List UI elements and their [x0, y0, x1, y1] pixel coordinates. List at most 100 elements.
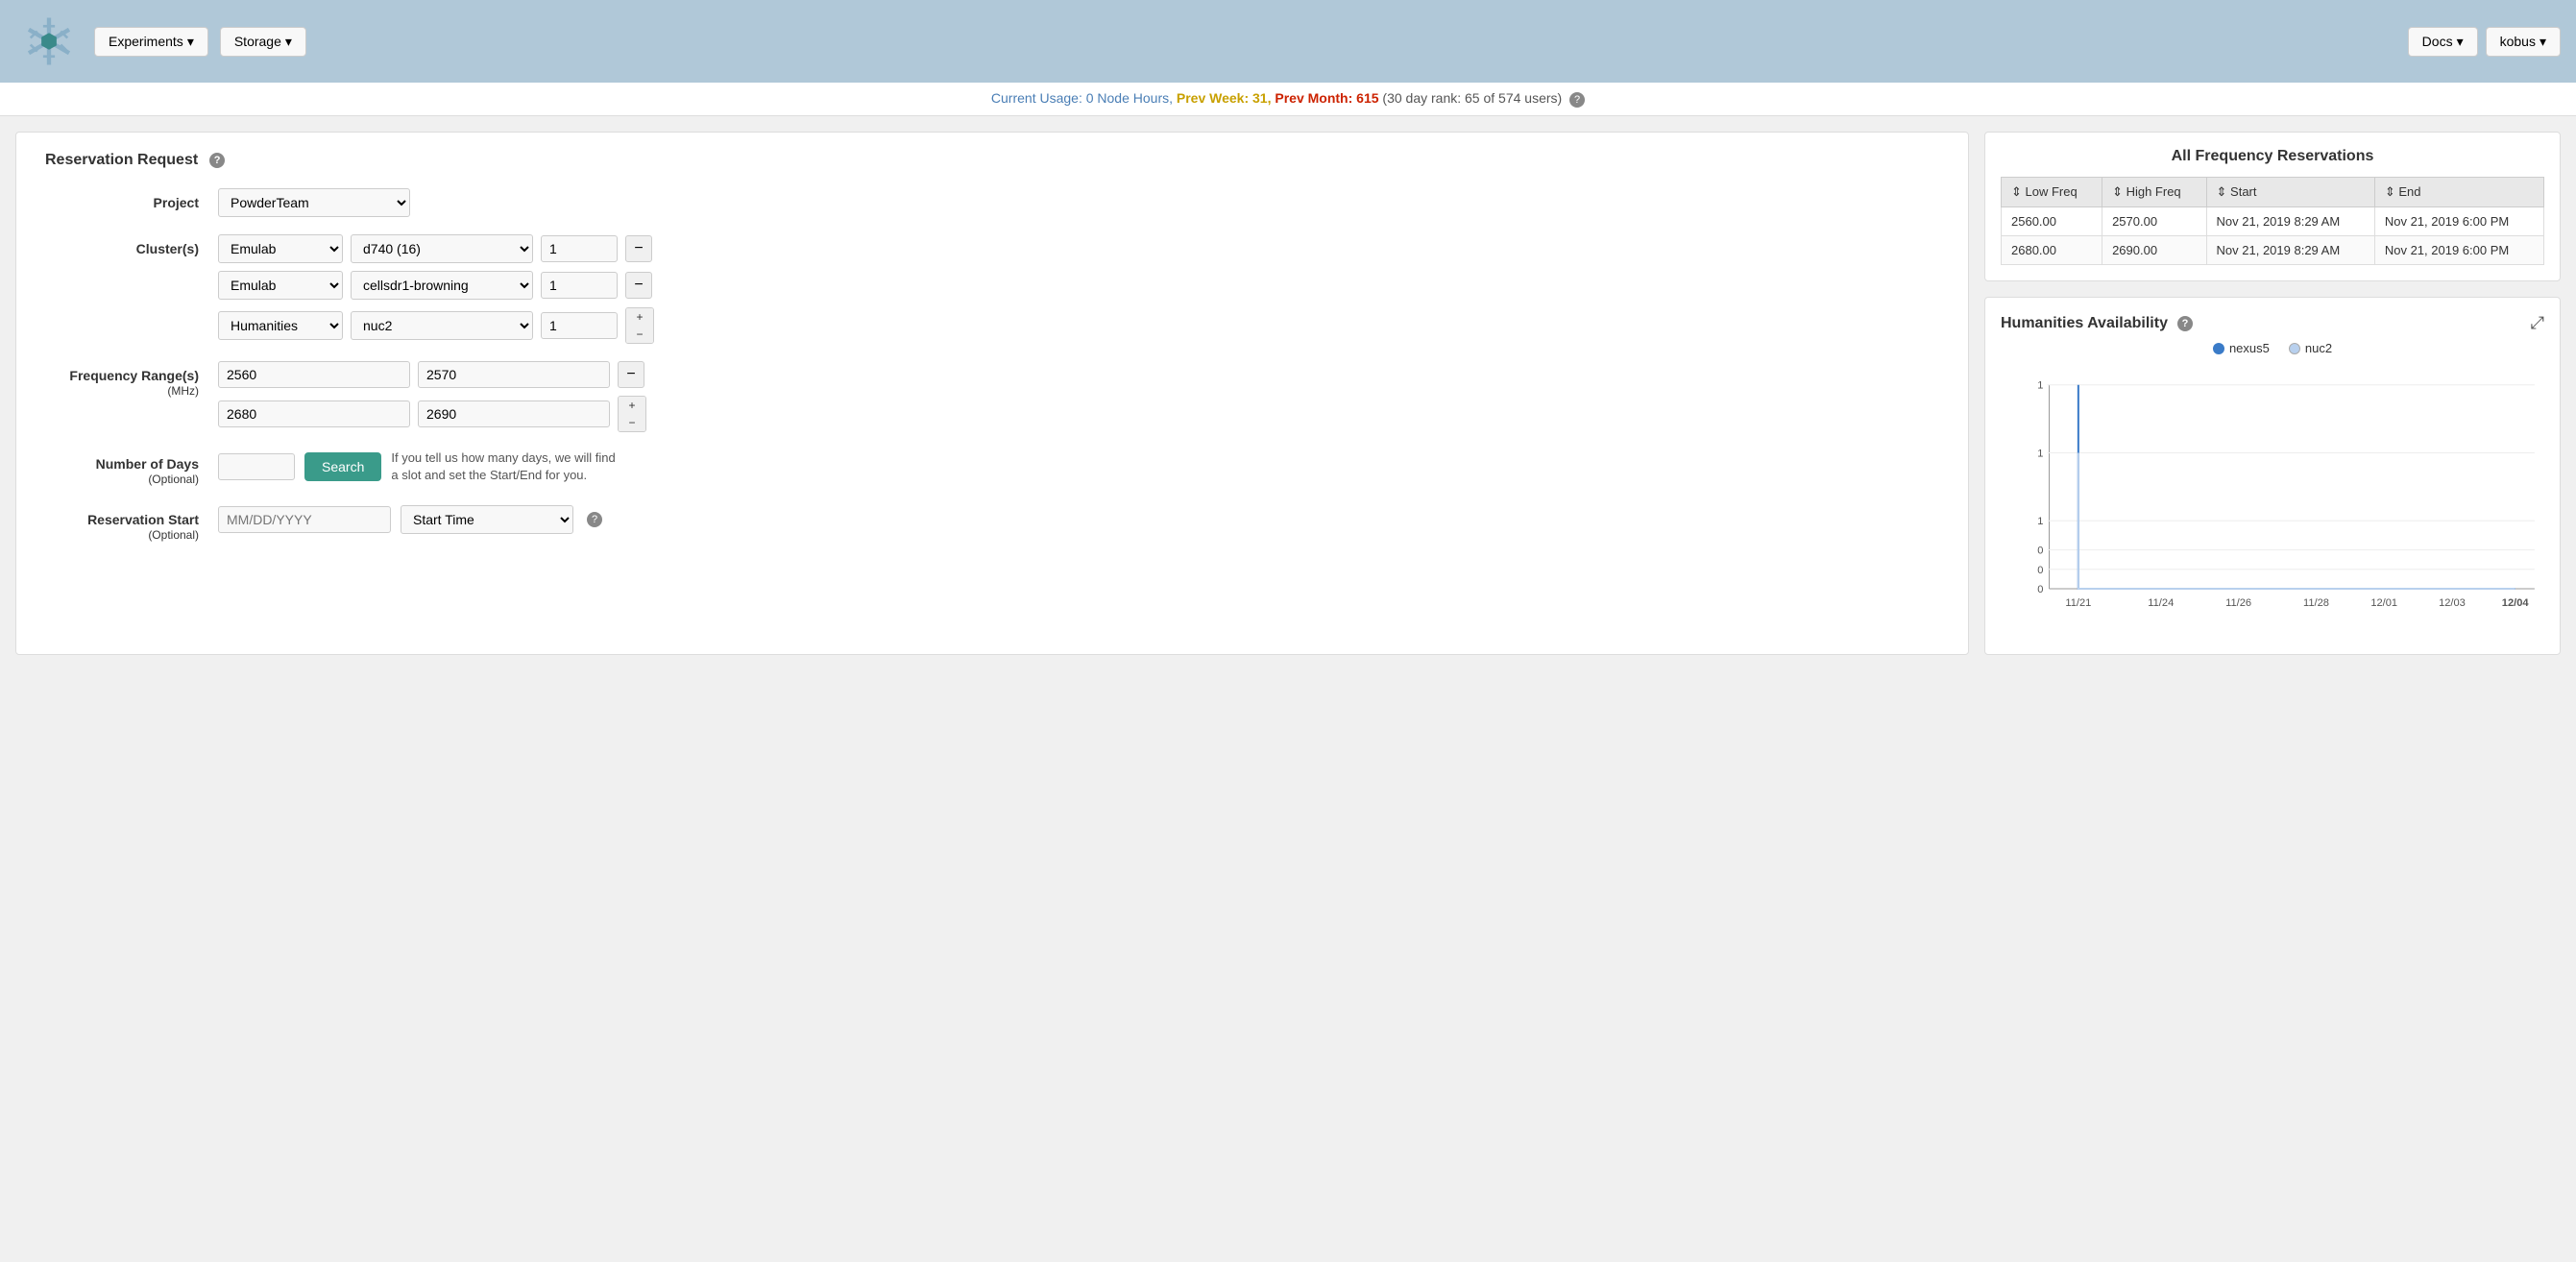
chart-title: Humanities Availability ? [2001, 315, 2193, 332]
freq-high-2[interactable] [418, 400, 610, 427]
project-select[interactable]: PowderTeam [218, 188, 410, 217]
start-label: Reservation Start (Optional) [45, 505, 218, 544]
days-row: Number of Days (Optional) Search If you … [45, 449, 1939, 488]
start-info-icon[interactable]: ? [587, 512, 602, 527]
days-input[interactable] [218, 453, 295, 480]
user-chevron-icon: ▾ [2540, 34, 2546, 50]
node-select-1[interactable]: d740 (16) [351, 234, 533, 263]
remove-cluster-2-button[interactable]: − [625, 272, 652, 299]
chart-container: 1 1 1 0 0 0 [2001, 367, 2544, 639]
freq-plus-icon[interactable]: + [619, 397, 645, 414]
svg-text:1: 1 [2037, 449, 2043, 460]
start-date-input[interactable] [218, 506, 391, 533]
col-start[interactable]: ⇕ Start [2206, 178, 2374, 207]
chart-legend: nexus5 nuc2 [2001, 341, 2544, 355]
header-right: Docs ▾ kobus ▾ [2408, 27, 2561, 57]
cluster-select-3[interactable]: Humanities [218, 311, 343, 340]
experiments-chevron-icon: ▾ [187, 34, 194, 50]
count-input-3[interactable] [541, 312, 618, 339]
count-input-2[interactable] [541, 272, 618, 299]
reservation-info-icon[interactable]: ? [209, 153, 225, 168]
svg-text:12/03: 12/03 [2439, 597, 2466, 609]
table-row: 2680.00 2690.00 Nov 21, 2019 8:29 AM Nov… [2002, 236, 2544, 265]
freq-low-1[interactable] [218, 361, 410, 388]
node-select-2[interactable]: cellsdr1-browning [351, 271, 533, 300]
freq-minus-icon[interactable]: − [619, 414, 645, 431]
usage-rank: (30 day rank: 65 of 574 users) [1382, 90, 1562, 106]
svg-text:12/01: 12/01 [2370, 597, 2397, 609]
col-low-freq[interactable]: ⇕ Low Freq [2002, 178, 2102, 207]
experiments-button[interactable]: Experiments ▾ [94, 27, 208, 57]
docs-label: Docs [2422, 34, 2453, 49]
reservation-panel: Reservation Request ? Project PowderTeam… [15, 132, 1969, 655]
svg-text:0: 0 [2037, 546, 2043, 557]
cell-low: 2680.00 [2002, 236, 2102, 265]
cell-end: Nov 21, 2019 6:00 PM [2374, 236, 2543, 265]
start-sublabel-text: (Optional) [45, 528, 199, 544]
remove-cluster-1-button[interactable]: − [625, 235, 652, 262]
start-input-row: Start Time ? [218, 505, 1939, 534]
usage-link[interactable]: Current Usage: 0 Node Hours, [991, 90, 1177, 106]
search-button[interactable]: Search [304, 452, 381, 481]
freq-low-2[interactable] [218, 400, 410, 427]
node-select-3[interactable]: nuc2 [351, 311, 533, 340]
days-hint: If you tell us how many days, we will fi… [391, 449, 615, 484]
chart-header: Humanities Availability ? ⤢ [2001, 313, 2544, 333]
cluster-select-2[interactable]: Emulab [218, 271, 343, 300]
start-time-select[interactable]: Start Time [401, 505, 573, 534]
col-end[interactable]: ⇕ End [2374, 178, 2543, 207]
start-label-text: Reservation Start [87, 512, 199, 527]
legend-nuc2: nuc2 [2289, 341, 2332, 355]
remove-freq-1-button[interactable]: − [618, 361, 644, 388]
days-input-row: Search If you tell us how many days, we … [218, 449, 1939, 484]
freq-high-1[interactable] [418, 361, 610, 388]
header-left: Experiments ▾ Storage ▾ [15, 8, 306, 75]
chart-info-icon[interactable]: ? [2177, 316, 2193, 331]
svg-text:1: 1 [2037, 516, 2043, 527]
storage-label: Storage [234, 34, 281, 49]
freq-row-2: + − [218, 396, 1939, 432]
cell-high: 2570.00 [2102, 207, 2206, 236]
nuc2-label: nuc2 [2305, 341, 2332, 355]
cluster-select-1[interactable]: Emulab [218, 234, 343, 263]
cell-start: Nov 21, 2019 8:29 AM [2206, 207, 2374, 236]
expand-icon[interactable]: ⤢ [2531, 313, 2544, 333]
clusters-row: Cluster(s) Emulab d740 (16) − Emul [45, 234, 1939, 344]
usage-prevweek: Prev Week: 31, [1177, 90, 1272, 106]
svg-text:11/24: 11/24 [2148, 597, 2174, 609]
usage-prefix: Current Usage: 0 Node Hours, [991, 90, 1173, 106]
storage-button[interactable]: Storage ▾ [220, 27, 306, 57]
cluster-label: Cluster(s) [45, 234, 218, 257]
plus-icon[interactable]: + [626, 308, 653, 326]
svg-text:11/26: 11/26 [2225, 597, 2251, 609]
nexus5-label: nexus5 [2229, 341, 2270, 355]
cell-high: 2690.00 [2102, 236, 2206, 265]
docs-button[interactable]: Docs ▾ [2408, 27, 2478, 57]
project-controls: PowderTeam [218, 188, 1939, 217]
start-controls: Start Time ? [218, 505, 1939, 534]
storage-chevron-icon: ▾ [285, 34, 292, 50]
reservation-title: Reservation Request ? [45, 152, 1939, 169]
cell-low: 2560.00 [2002, 207, 2102, 236]
add-remove-freq-2[interactable]: + − [618, 396, 646, 432]
user-label: kobus [2500, 34, 2536, 49]
availability-chart: 1 1 1 0 0 0 [2001, 367, 2544, 636]
app-header: Experiments ▾ Storage ▾ Docs ▾ kobus ▾ [0, 0, 2576, 83]
app-logo [15, 8, 83, 75]
freq-table-title: All Frequency Reservations [2001, 148, 2544, 165]
project-label: Project [45, 188, 218, 211]
experiments-label: Experiments [109, 34, 183, 49]
user-button[interactable]: kobus ▾ [2486, 27, 2561, 57]
start-row: Reservation Start (Optional) Start Time … [45, 505, 1939, 544]
add-remove-cluster-3[interactable]: + − [625, 307, 654, 344]
freq-label: Frequency Range(s) (MHz) [45, 361, 218, 400]
minus-icon[interactable]: − [626, 326, 653, 343]
days-label-text: Number of Days [96, 456, 199, 472]
count-input-1[interactable] [541, 235, 618, 262]
col-high-freq[interactable]: ⇕ High Freq [2102, 178, 2206, 207]
freq-table-panel: All Frequency Reservations ⇕ Low Freq ⇕ … [1984, 132, 2561, 281]
main-container: Reservation Request ? Project PowderTeam… [0, 116, 2576, 670]
project-row: Project PowderTeam [45, 188, 1939, 217]
usage-info-icon[interactable]: ? [1569, 92, 1585, 108]
svg-text:11/28: 11/28 [2303, 597, 2329, 609]
